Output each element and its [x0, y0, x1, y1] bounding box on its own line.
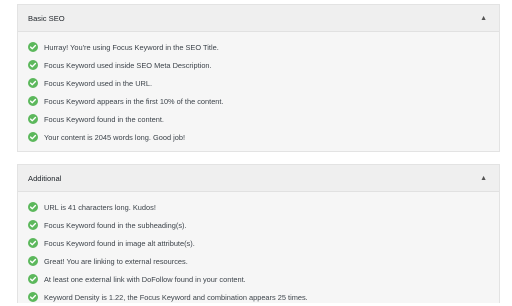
- additional-panel: Additional ▲ URL is 41 characters long. …: [17, 164, 500, 303]
- list-item: Focus Keyword found in the subheading(s)…: [18, 216, 499, 234]
- check-circle-icon: [28, 114, 38, 124]
- check-circle-icon: [28, 220, 38, 230]
- item-text: Great! You are linking to external resou…: [44, 256, 188, 266]
- check-circle-icon: [28, 202, 38, 212]
- list-item: Great! You are linking to external resou…: [18, 252, 499, 270]
- basic-seo-panel: Basic SEO ▲ Hurray! You're using Focus K…: [17, 4, 500, 152]
- list-item: Focus Keyword appears in the first 10% o…: [18, 92, 499, 110]
- list-item: Focus Keyword used inside SEO Meta Descr…: [18, 56, 499, 74]
- list-item: URL is 41 characters long. Kudos!: [18, 198, 499, 216]
- item-text: URL is 41 characters long. Kudos!: [44, 202, 156, 212]
- item-text: Keyword Density is 1.22, the Focus Keywo…: [44, 292, 308, 302]
- item-text: Your content is 2045 words long. Good jo…: [44, 132, 186, 142]
- item-text: Focus Keyword appears in the first 10% o…: [44, 96, 224, 106]
- item-text: Focus Keyword found in the content.: [44, 114, 164, 124]
- list-item: Keyword Density is 1.22, the Focus Keywo…: [18, 288, 499, 306]
- check-circle-icon: [28, 238, 38, 248]
- list-item: Hurray! You're using Focus Keyword in th…: [18, 38, 499, 56]
- item-text: Hurray! You're using Focus Keyword in th…: [44, 42, 219, 52]
- item-text: Focus Keyword used in the URL.: [44, 78, 153, 88]
- check-circle-icon: [28, 42, 38, 52]
- item-text: Focus Keyword found in the subheading(s)…: [44, 220, 187, 230]
- check-list: URL is 41 characters long. Kudos! Focus …: [18, 192, 499, 306]
- list-item: Your content is 2045 words long. Good jo…: [18, 128, 499, 146]
- check-circle-icon: [28, 132, 38, 142]
- check-circle-icon: [28, 256, 38, 266]
- check-circle-icon: [28, 292, 38, 302]
- list-item: Focus Keyword found in the content.: [18, 110, 499, 128]
- caret-up-icon[interactable]: ▲: [480, 175, 487, 182]
- item-text: Focus Keyword found in image alt attribu…: [44, 238, 195, 248]
- check-list: Hurray! You're using Focus Keyword in th…: [18, 32, 499, 146]
- additional-panel-header[interactable]: Additional ▲: [18, 165, 499, 192]
- caret-up-icon[interactable]: ▲: [480, 15, 487, 22]
- panel-title: Additional: [28, 173, 62, 183]
- check-circle-icon: [28, 274, 38, 284]
- list-item: Focus Keyword used in the URL.: [18, 74, 499, 92]
- list-item: Focus Keyword found in image alt attribu…: [18, 234, 499, 252]
- list-item: At least one external link with DoFollow…: [18, 270, 499, 288]
- check-circle-icon: [28, 78, 38, 88]
- item-text: At least one external link with DoFollow…: [44, 274, 246, 284]
- item-text: Focus Keyword used inside SEO Meta Descr…: [44, 60, 212, 70]
- check-circle-icon: [28, 96, 38, 106]
- panel-title: Basic SEO: [28, 13, 65, 23]
- basic-seo-panel-header[interactable]: Basic SEO ▲: [18, 5, 499, 32]
- check-circle-icon: [28, 60, 38, 70]
